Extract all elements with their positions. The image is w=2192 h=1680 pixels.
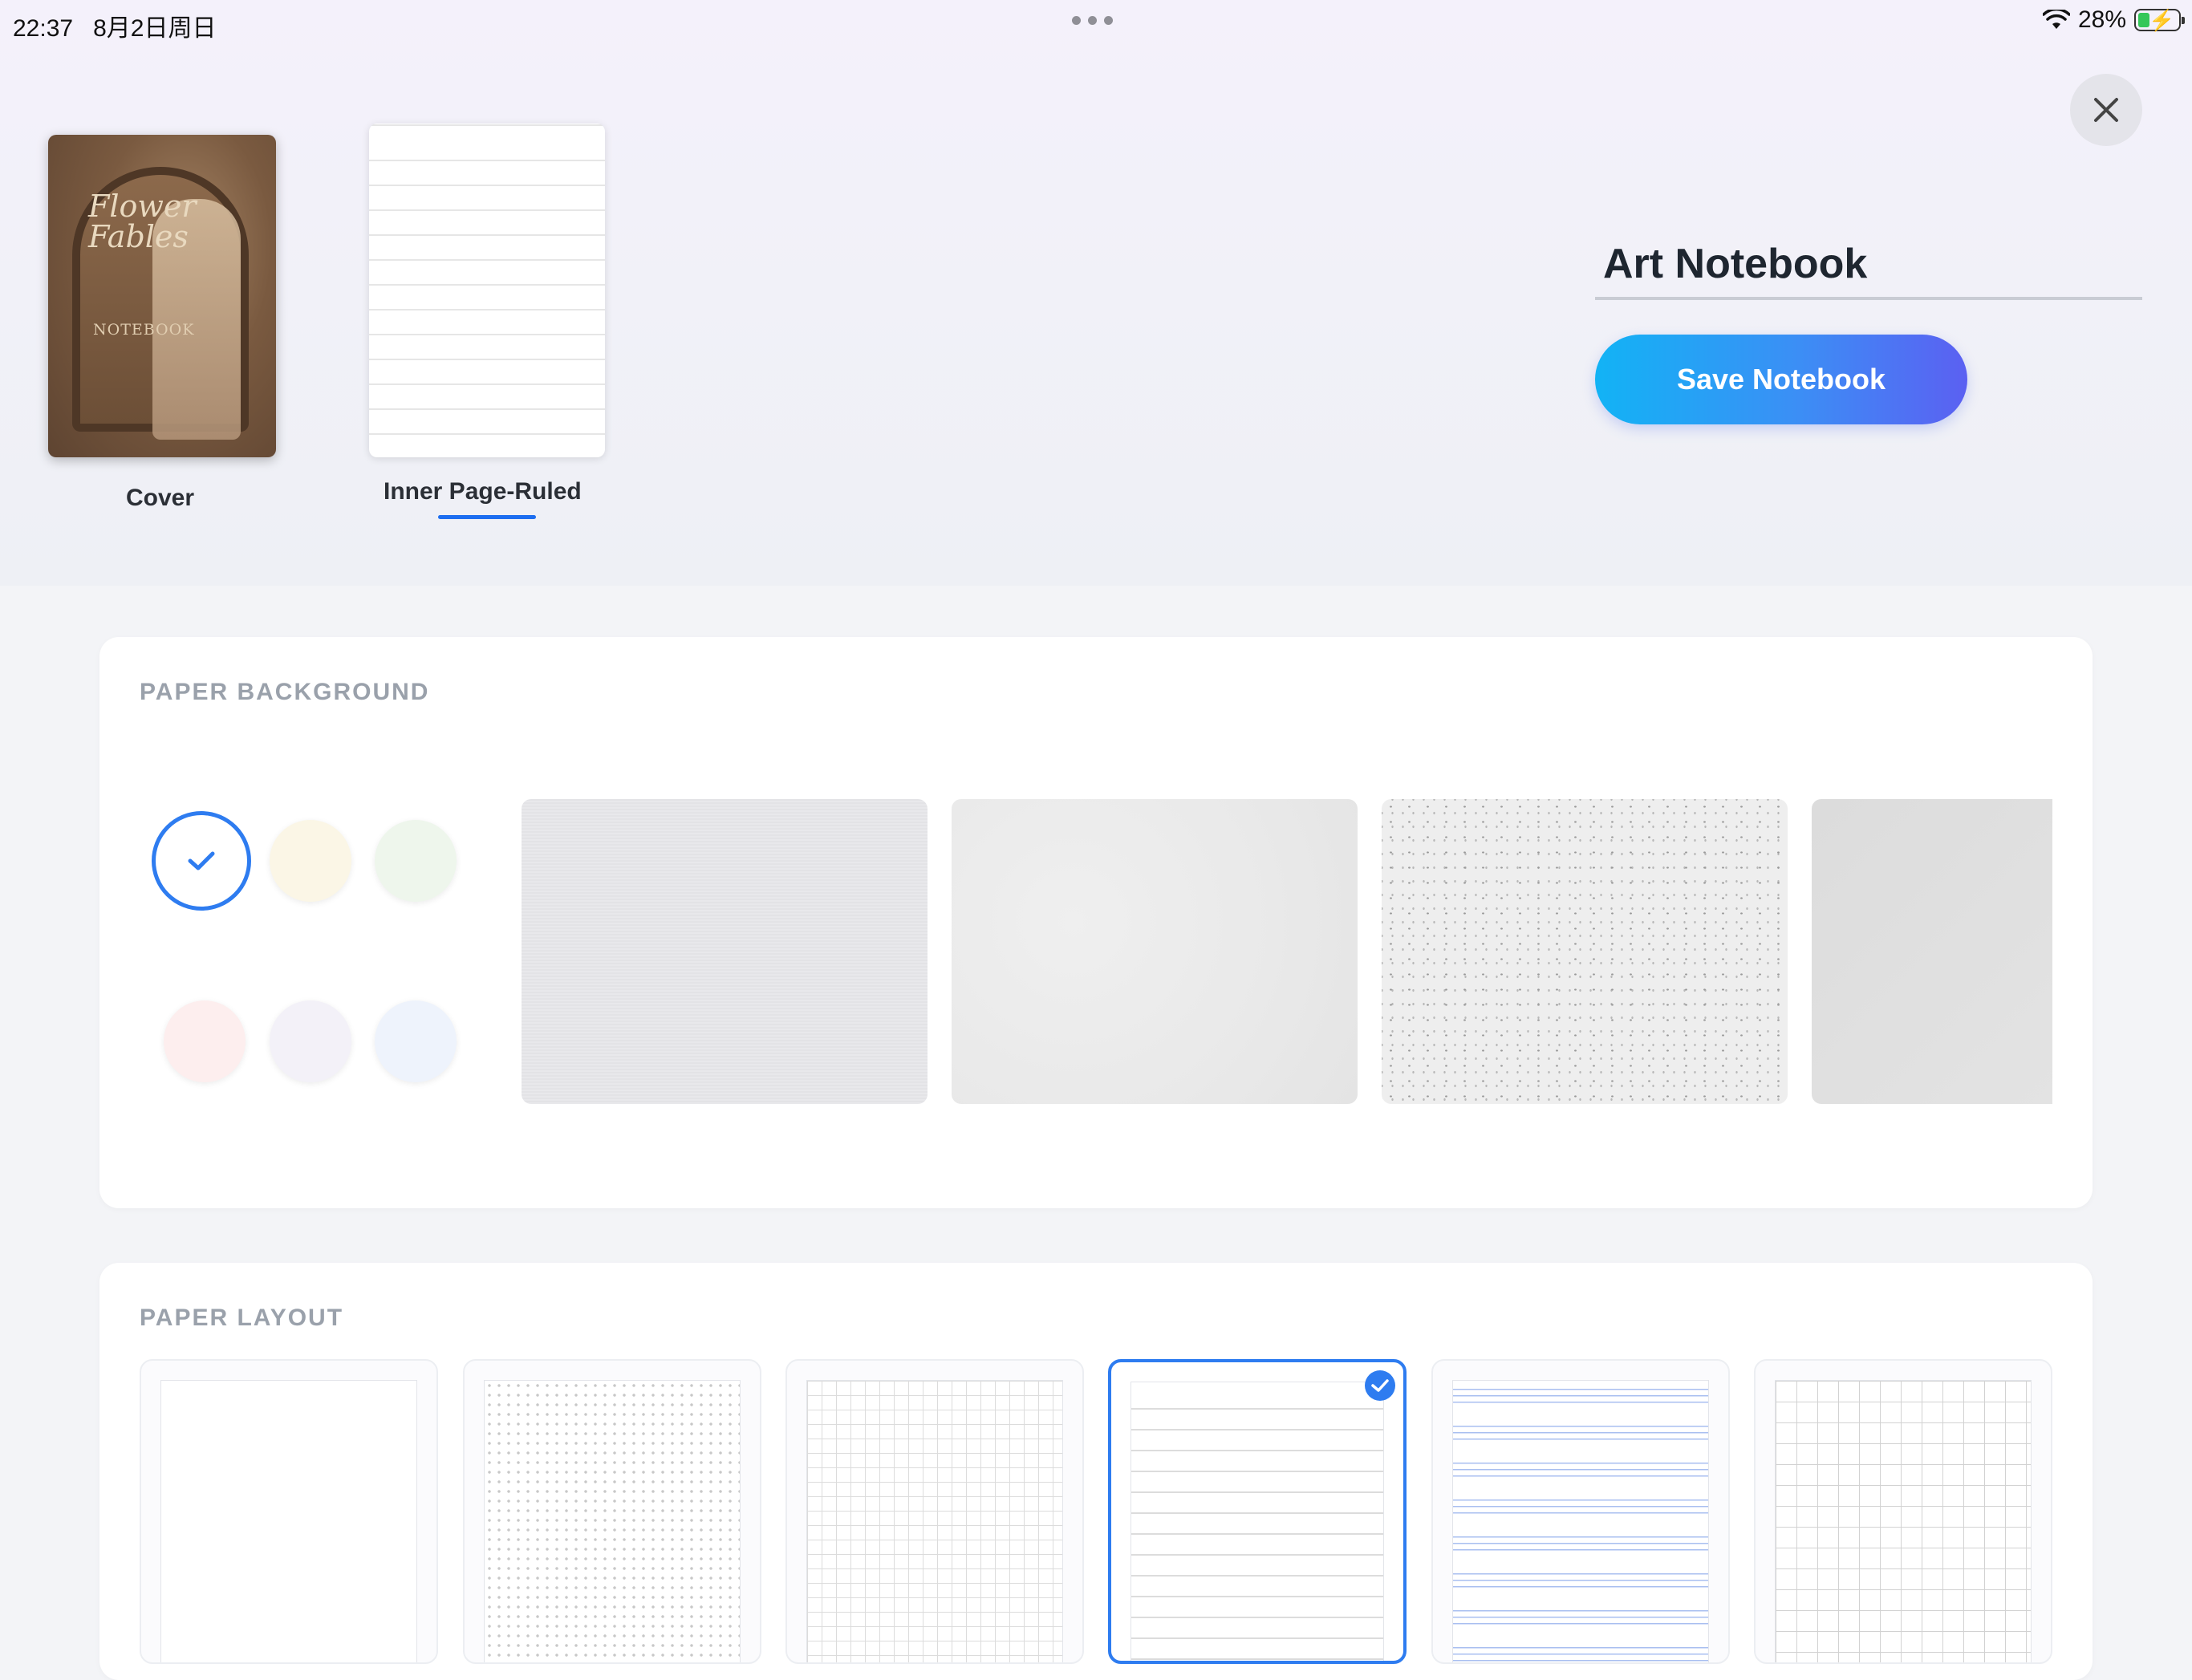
- cover-label: Cover: [126, 485, 195, 511]
- layout-small-grid[interactable]: [785, 1359, 1084, 1664]
- layout-ruled[interactable]: [1108, 1359, 1407, 1664]
- cover-thumbnail[interactable]: Flower Fables NOTEBOOK: [48, 135, 276, 457]
- notebook-name-input[interactable]: [1595, 231, 2142, 300]
- date-text: 8月2日周日: [93, 15, 217, 42]
- selected-check-badge: [1365, 1370, 1395, 1401]
- layout-music-staff-preview: [1452, 1380, 1709, 1662]
- time-text: 22:37: [13, 15, 74, 42]
- layout-blank[interactable]: [140, 1359, 438, 1664]
- layout-ruled-preview: [1131, 1382, 1384, 1661]
- multitasking-dots-icon[interactable]: [1072, 16, 1113, 25]
- wifi-icon: [2042, 10, 2070, 29]
- color-swatch-white[interactable]: [152, 811, 251, 911]
- texture-smooth[interactable]: [952, 799, 1358, 1104]
- close-icon: [2094, 98, 2118, 122]
- color-swatch-blue[interactable]: [375, 1000, 457, 1082]
- cover-subtitle: NOTEBOOK: [93, 321, 195, 339]
- inner-page-thumbnail[interactable]: [369, 124, 605, 457]
- selected-tab-indicator: [438, 515, 536, 519]
- status-time: 22:37 8月2日周日: [13, 8, 216, 43]
- layout-small-grid-preview: [806, 1380, 1063, 1662]
- checkmark-icon: [1371, 1379, 1389, 1392]
- status-indicators: 28% ⚡: [2042, 6, 2185, 34]
- layout-blank-preview: [160, 1380, 417, 1662]
- close-button[interactable]: [2070, 74, 2142, 146]
- layout-dot-grid[interactable]: [463, 1359, 761, 1664]
- cover-title: Flower Fables: [88, 189, 197, 254]
- paper-background-title: PAPER BACKGROUND: [140, 679, 430, 705]
- texture-linen[interactable]: [522, 799, 928, 1104]
- color-swatch-mint[interactable]: [375, 820, 457, 902]
- color-swatch-lavender[interactable]: [270, 1000, 351, 1082]
- paper-layout-title: PAPER LAYOUT: [140, 1305, 344, 1331]
- layout-music-staff[interactable]: [1431, 1359, 1730, 1664]
- color-swatch-pink[interactable]: [164, 1000, 246, 1082]
- layout-dot-grid-preview: [484, 1380, 741, 1662]
- battery-icon: ⚡: [2134, 8, 2185, 32]
- status-bar: 22:37 8月2日周日 28% ⚡: [0, 0, 2192, 42]
- checkmark-icon: [188, 851, 215, 870]
- texture-speckled[interactable]: [1382, 799, 1788, 1104]
- save-notebook-button[interactable]: Save Notebook: [1595, 335, 1967, 424]
- layout-large-grid-preview: [1775, 1380, 2032, 1662]
- color-swatch-cream[interactable]: [270, 820, 351, 902]
- inner-page-label: Inner Page-Ruled: [384, 478, 582, 505]
- battery-percent: 28%: [2077, 6, 2126, 33]
- texture-kraft-grey[interactable]: [1812, 799, 2052, 1104]
- layout-large-grid[interactable]: [1754, 1359, 2052, 1664]
